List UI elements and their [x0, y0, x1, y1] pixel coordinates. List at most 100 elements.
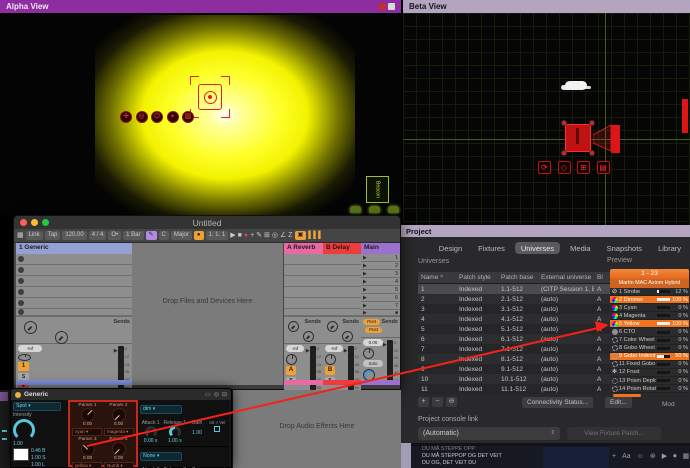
- param-slider[interactable]: [657, 363, 670, 366]
- table-row[interactable]: 1Indexed1.1-512(CITP Session 1, B…A: [418, 284, 610, 294]
- patch-icon[interactable]: ⊞: [577, 161, 590, 174]
- param-slider[interactable]: [657, 331, 670, 334]
- video-icon[interactable]: ▶: [662, 452, 667, 461]
- color-swatch[interactable]: [13, 448, 29, 461]
- focus-icon[interactable]: ◇: [558, 161, 571, 174]
- param-slider[interactable]: [657, 347, 670, 350]
- gain-value[interactable]: 1.00: [188, 430, 205, 436]
- clip-slot[interactable]: [16, 287, 132, 298]
- scale-selector[interactable]: Major: [171, 231, 192, 240]
- midi-map-icon[interactable]: ▣: [295, 231, 307, 240]
- scene-slot[interactable]: ▶5: [361, 286, 400, 294]
- link-button[interactable]: Link: [26, 231, 43, 240]
- grid-icon[interactable]: ▥: [182, 111, 194, 123]
- plus-icon[interactable]: +: [612, 452, 616, 461]
- rotate-icon[interactable]: ◎: [136, 111, 148, 123]
- clip-slot[interactable]: [323, 265, 361, 276]
- clip-slot[interactable]: [284, 265, 323, 276]
- column-header[interactable]: Patch base: [498, 274, 538, 281]
- key-map-icon[interactable]: Z: [288, 231, 292, 240]
- track-header[interactable]: B Delay: [323, 243, 361, 254]
- param-slider[interactable]: [657, 355, 670, 358]
- intvel-checkbox[interactable]: [214, 426, 220, 432]
- clip-stop-row[interactable]: [284, 309, 323, 316]
- move-icon[interactable]: ✛: [120, 111, 132, 123]
- tab-fixtures[interactable]: Fixtures: [472, 242, 511, 254]
- table-row[interactable]: 10Indexed10.1-512(auto)A: [418, 374, 610, 384]
- param1-target-dropdown[interactable]: cyan ▾: [72, 428, 102, 436]
- clip-slot[interactable]: [16, 265, 132, 276]
- table-row[interactable]: 7Indexed7.1-512(auto)A: [418, 344, 610, 354]
- param-slider[interactable]: [657, 322, 670, 325]
- device-view-drop-area[interactable]: Drop Audio Effects Here: [232, 390, 401, 468]
- clip-slot[interactable]: [16, 298, 132, 309]
- draw-mode-icon[interactable]: ✎: [256, 231, 262, 240]
- record-button[interactable]: ●: [244, 231, 248, 240]
- preview-scrollbar[interactable]: [613, 394, 641, 397]
- volume-field[interactable]: -Inf: [325, 345, 343, 352]
- release1-knob[interactable]: [169, 426, 181, 438]
- play-button[interactable]: ▶: [230, 231, 235, 240]
- time-signature-field[interactable]: 4 / 4: [89, 231, 107, 240]
- send-b-knob[interactable]: [303, 331, 314, 342]
- tab-media[interactable]: Media: [564, 242, 596, 254]
- param3-knob[interactable]: [81, 442, 95, 456]
- param-slider[interactable]: [657, 314, 670, 317]
- tab-design[interactable]: Design: [433, 242, 468, 254]
- volume-field[interactable]: -Inf: [18, 345, 42, 352]
- window-button-icon[interactable]: [388, 3, 395, 10]
- clip-slot[interactable]: [284, 298, 323, 309]
- pen-icon[interactable]: ∠: [280, 231, 286, 240]
- session-drop-area[interactable]: Drop Files and Devices Here: [132, 243, 283, 385]
- param-slider[interactable]: [657, 379, 670, 382]
- clip-slot[interactable]: [16, 254, 132, 265]
- table-row[interactable]: 9Indexed9.1-512(auto)A: [418, 364, 610, 374]
- param3-target-dropdown[interactable]: yellow ▾: [72, 462, 102, 468]
- send-a-knob[interactable]: [288, 321, 299, 332]
- key-selector[interactable]: C: [159, 231, 169, 240]
- device-window-icon[interactable]: ▭: [205, 391, 211, 398]
- scene-slot[interactable]: ▶4: [361, 278, 400, 286]
- view-fixture-patch-button[interactable]: View Fixture Patch...: [567, 427, 661, 440]
- browser-toggle-icon[interactable]: ▦: [17, 231, 24, 240]
- list-icon[interactable]: ▤: [597, 161, 610, 174]
- param1-knob[interactable]: [81, 408, 95, 422]
- pan-knob[interactable]: [363, 348, 374, 359]
- selected-fixture-icon[interactable]: [561, 120, 595, 156]
- metronome-button[interactable]: ●: [194, 231, 204, 240]
- clip-slot[interactable]: [323, 254, 361, 265]
- arrangement-position-field[interactable]: 1. 1. 1: [206, 231, 229, 240]
- preview-param-row[interactable]: 8 Gobo Wheel0 %: [610, 345, 689, 353]
- grid-icon[interactable]: ⊞: [264, 231, 270, 240]
- param-slider[interactable]: [657, 306, 670, 309]
- beta-view-titlebar[interactable]: Beta View: [403, 0, 690, 13]
- preset-dropdown[interactable]: Spot ▾: [13, 402, 61, 411]
- preview-volume-knob[interactable]: [363, 369, 375, 381]
- window-button-icon[interactable]: [379, 3, 386, 10]
- param4-target-dropdown[interactable]: Numb ▾: [104, 462, 134, 468]
- scale-toggle-icon[interactable]: ✎: [146, 231, 157, 240]
- param-slider[interactable]: [657, 387, 670, 390]
- track-header[interactable]: A Reverb: [284, 243, 323, 254]
- beacon-fixture[interactable]: Beacon: [366, 176, 389, 203]
- preview-fixture-name[interactable]: Martin MAC Axiom Hybrid: [610, 279, 689, 288]
- clip-slot[interactable]: [323, 287, 361, 298]
- table-row[interactable]: 2Indexed2.1-512(auto)A: [418, 294, 610, 304]
- param-slider[interactable]: [657, 339, 670, 342]
- param4-knob[interactable]: [112, 442, 126, 456]
- emoji-icon[interactable]: ☺: [637, 452, 644, 461]
- alpha-view-titlebar[interactable]: Alpha View: [0, 0, 401, 13]
- quantize-selector[interactable]: 1 Bar: [123, 231, 143, 240]
- sticker-icon[interactable]: ⊛: [650, 452, 656, 461]
- tab-library[interactable]: Library: [652, 242, 687, 254]
- volume-field[interactable]: 0.00: [363, 339, 383, 346]
- preview-param-row[interactable]: 7 Color Wheel0 %: [610, 337, 689, 345]
- column-header[interactable]: Patch style: [456, 274, 498, 281]
- solo-button[interactable]: Solo: [363, 360, 383, 367]
- clip-slot[interactable]: [323, 276, 361, 287]
- pan-knob[interactable]: [18, 354, 31, 361]
- param-slider[interactable]: [657, 298, 670, 301]
- power-icon[interactable]: ⏻: [151, 111, 163, 123]
- table-row[interactable]: 5Indexed5.1-512(auto)A: [418, 324, 610, 334]
- mic-icon[interactable]: ⏺: [673, 452, 677, 461]
